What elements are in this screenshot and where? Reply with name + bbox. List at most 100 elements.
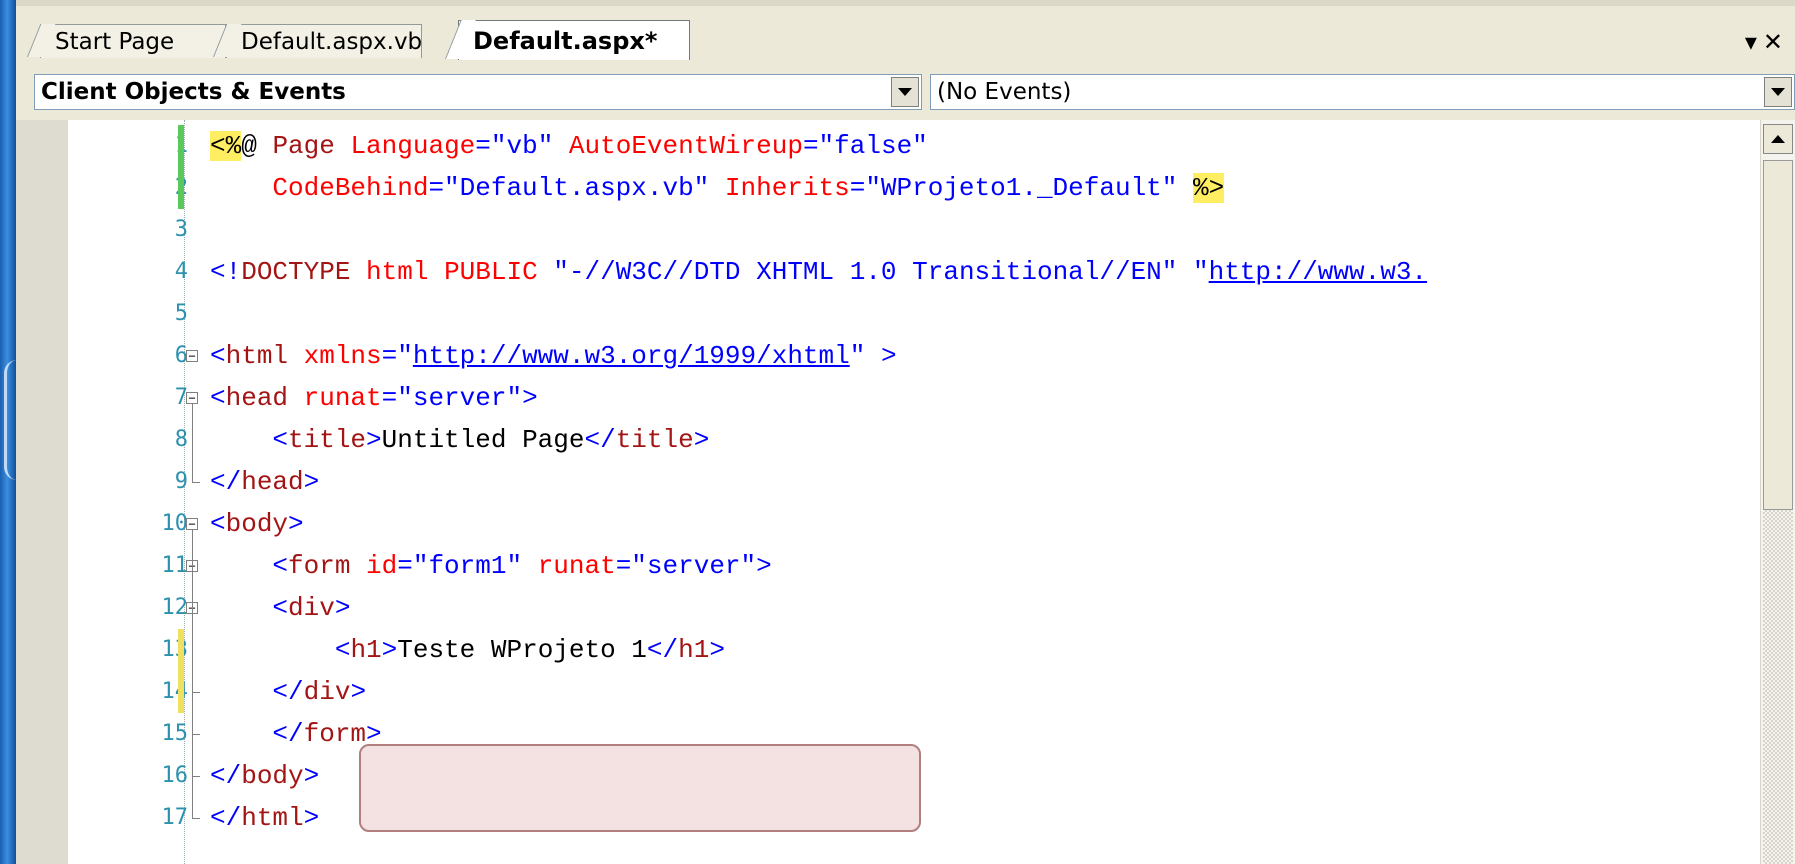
code-line[interactable]: </form> <box>210 713 382 755</box>
code-line[interactable]: </html> <box>210 797 319 839</box>
code-token: form <box>288 551 367 581</box>
outline-line <box>192 734 200 735</box>
code-line[interactable]: <title>Untitled Page</title> <box>210 419 709 461</box>
code-token: < <box>210 425 289 455</box>
window-list-dropdown-icon[interactable]: ▾ <box>1745 28 1763 56</box>
line-number: 5 <box>174 301 188 326</box>
line-number: 12 <box>161 595 189 620</box>
outline-line <box>192 776 200 777</box>
code-token: > <box>693 425 710 455</box>
code-token: h1 <box>678 635 710 665</box>
code-line[interactable]: <form id="form1" runat="server"> <box>210 545 772 587</box>
scroll-track[interactable] <box>1763 510 1793 864</box>
indicator-margin <box>16 120 69 864</box>
tab-label: Default.aspx.vb <box>241 29 423 55</box>
tab-label: Default.aspx* <box>473 27 658 55</box>
code-token: ="form1" <box>397 551 538 581</box>
outline-line <box>192 692 200 693</box>
code-token: head <box>241 467 304 497</box>
code-token: http://www.w3.org/1999/xhtml <box>412 341 850 371</box>
outline-line <box>192 404 193 482</box>
code-line[interactable]: CodeBehind="Default.aspx.vb" Inherits="W… <box>210 167 1225 209</box>
code-line[interactable]: <%@ Page Language="vb" AutoEventWireup="… <box>210 125 928 167</box>
code-token: > <box>366 719 382 749</box>
code-token: Untitled Page <box>381 425 585 455</box>
code-token: @ <box>241 131 273 161</box>
chevron-down-icon[interactable] <box>1764 77 1792 107</box>
tab-default-aspx[interactable]: Default.aspx* <box>458 20 690 60</box>
code-token: > <box>303 803 320 833</box>
line-number: 11 <box>161 553 189 578</box>
code-token: </ <box>646 635 679 665</box>
code-line[interactable]: <h1>Teste WProjeto 1</h1> <box>210 629 725 671</box>
highlight-callout <box>359 744 921 832</box>
code-token: > <box>303 761 320 791</box>
code-token: </ <box>210 719 304 749</box>
line-number: 13 <box>161 637 189 662</box>
code-token: < <box>210 593 289 623</box>
code-line[interactable]: <head runat="server"> <box>210 377 538 419</box>
line-number: 10 <box>161 511 189 536</box>
collapse-toggle-icon[interactable]: − <box>186 350 198 362</box>
code-token: html <box>225 341 304 371</box>
code-line[interactable]: <body> <box>210 503 304 545</box>
code-token: > <box>366 425 382 455</box>
code-token: "-//W3C//DTD XHTML 1.0 Transitional//EN"… <box>553 257 1209 287</box>
window-controls: ▾✕ <box>1745 28 1789 56</box>
close-icon[interactable]: ✕ <box>1763 28 1789 56</box>
code-token: </ <box>210 803 242 833</box>
code-token: AutoEventWireup <box>568 131 803 161</box>
events-combo[interactable]: (No Events) <box>930 74 1795 110</box>
code-token: < <box>210 509 226 539</box>
code-token: Page <box>272 131 351 161</box>
client-objects-value: Client Objects & Events <box>41 79 346 105</box>
code-token: CodeBehind <box>210 173 429 203</box>
code-line[interactable]: <!DOCTYPE html PUBLIC "-//W3C//DTD XHTML… <box>210 251 1427 293</box>
outline-line <box>192 818 200 819</box>
collapse-toggle-icon[interactable]: − <box>186 518 198 530</box>
code-token: ="vb" <box>475 131 569 161</box>
code-token: body <box>241 761 304 791</box>
code-editor[interactable]: 1 <%@ Page Language="vb" AutoEventWireup=… <box>16 120 1795 864</box>
code-token: xmlns <box>303 341 382 371</box>
code-token: runat <box>303 383 382 413</box>
document-tab-bar: Start Page Default.aspx.vb Default.aspx*… <box>16 6 1795 60</box>
code-token: div <box>303 677 351 707</box>
line-number: 7 <box>174 385 188 410</box>
tab-default-aspx-vb[interactable]: Default.aspx.vb <box>226 24 422 58</box>
code-token: ="WProjeto1._Default" <box>849 173 1193 203</box>
code-token: html <box>241 803 304 833</box>
vertical-scrollbar[interactable] <box>1760 120 1795 864</box>
code-token: head <box>225 383 304 413</box>
code-token: title <box>615 425 694 455</box>
outline-line <box>192 482 200 483</box>
code-token: > <box>303 467 320 497</box>
code-token: PUBLIC <box>444 257 554 287</box>
code-line[interactable]: </body> <box>210 755 319 797</box>
chevron-down-icon[interactable] <box>891 77 919 107</box>
code-line[interactable]: <div> <box>210 587 350 629</box>
scroll-thumb[interactable] <box>1763 160 1793 510</box>
collapse-toggle-icon[interactable]: − <box>186 392 198 404</box>
code-token: %> <box>1192 173 1225 203</box>
code-token: Inherits <box>724 173 850 203</box>
code-token: Teste WProjeto 1 <box>397 635 647 665</box>
code-line[interactable]: </head> <box>210 461 319 503</box>
change-marker <box>178 167 184 209</box>
tab-start-page[interactable]: Start Page <box>40 24 226 58</box>
line-number: 9 <box>174 469 188 494</box>
code-line[interactable]: <html xmlns="http://www.w3.org/1999/xhtm… <box>210 335 897 377</box>
line-number: 8 <box>174 427 188 452</box>
code-token: ="server"> <box>615 551 772 581</box>
code-token: form <box>303 719 367 749</box>
code-token: < <box>210 551 289 581</box>
change-marker <box>178 671 184 713</box>
code-line[interactable]: </div> <box>210 671 366 713</box>
line-number: 1 <box>68 125 188 167</box>
code-token: ="Default.aspx.vb" <box>428 173 725 203</box>
code-token: Language <box>350 131 476 161</box>
outline-line <box>192 530 193 818</box>
code-token: <! <box>210 257 242 287</box>
scroll-up-arrow-icon[interactable] <box>1763 124 1793 154</box>
client-objects-combo[interactable]: Client Objects & Events <box>34 74 922 110</box>
